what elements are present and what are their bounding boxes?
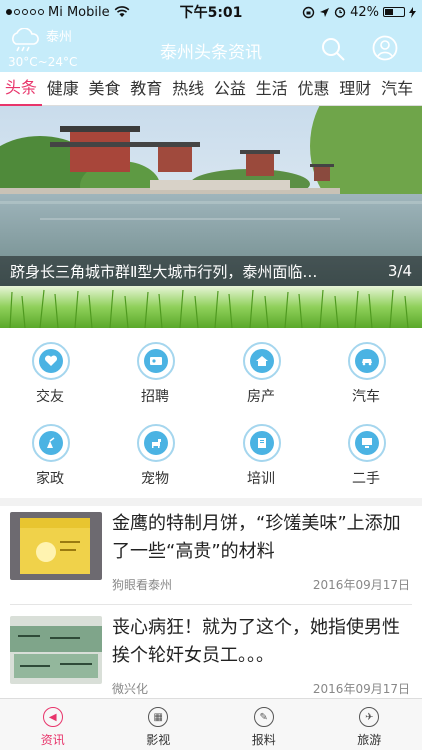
grid-item-training[interactable]: 培训 [211, 418, 316, 498]
banner-caption-bar: 跻身长三角城市群Ⅱ型大城市行列，泰州面临… 3/4 [0, 256, 422, 286]
category-tabs: 头条 健康 美食 教育 热线 公益 生活 优惠 理财 汽车 [0, 72, 422, 106]
banner-carousel[interactable]: 跻身长三角城市群Ⅱ型大城市行列，泰州面临… 3/4 [0, 106, 422, 328]
grid-item-real-estate[interactable]: 房产 [211, 336, 316, 416]
app-title: 泰州头条资讯 [160, 43, 262, 63]
grid-item-label: 招聘 [141, 389, 169, 405]
grid-item-label: 交友 [36, 389, 64, 405]
grid-item-label: 宠物 [141, 471, 169, 487]
nav-film[interactable]: ▦ 影视 [106, 699, 212, 750]
grid-item-label: 二手 [352, 471, 380, 487]
carrier-name: Mi Mobile [48, 4, 110, 20]
news-thumbnail [10, 512, 102, 580]
news-icon: ◀ [42, 707, 63, 727]
signal-icon [6, 9, 44, 15]
nav-label: 资讯 [40, 733, 65, 747]
cleaning-icon [39, 431, 63, 455]
battery-icon [383, 7, 405, 17]
news-thumbnail [10, 616, 102, 684]
alarm-icon [334, 7, 346, 18]
computer-icon [355, 431, 379, 455]
grid-item-second-hand[interactable]: 二手 [316, 418, 421, 498]
grid-item-label: 家政 [36, 471, 64, 487]
nav-label: 影视 [146, 733, 171, 747]
car-icon [355, 349, 379, 373]
pet-icon [144, 431, 168, 455]
app-header: 泰州 30°C~24°C 泰州头条资讯 [0, 24, 422, 72]
news-source: 狗眼看泰州 [112, 578, 173, 592]
nav-travel[interactable]: ✈ 旅游 [317, 699, 422, 750]
nav-label: 旅游 [357, 733, 382, 747]
grid-item-housekeeping[interactable]: 家政 [0, 418, 105, 498]
banner-page-indicator: 3/4 [387, 262, 412, 280]
plane-icon: ✈ [359, 707, 380, 727]
status-left: Mi Mobile [6, 5, 156, 20]
news-date: 2016年09月17日 [312, 578, 410, 592]
banner-caption: 跻身长三角城市群Ⅱ型大城市行列，泰州面临… [10, 262, 318, 281]
rotation-lock-icon [302, 6, 315, 18]
news-title: 丧心病狂！就为了这个，她指使男性挨个轮奸女员工。。。 [112, 617, 400, 666]
nav-label: 报料 [251, 733, 276, 747]
location-icon [320, 7, 330, 17]
grid-item-label: 汽车 [352, 389, 380, 405]
grid-item-label: 房产 [247, 389, 275, 405]
status-time: 下午5:01 [179, 5, 243, 21]
grid-item-label: 培训 [247, 471, 275, 487]
heart-icon [39, 349, 63, 373]
tab-cars[interactable]: 汽车 [376, 73, 418, 105]
section-divider [0, 498, 422, 506]
nav-report[interactable]: ✎ 报料 [211, 699, 317, 750]
grid-item-pets[interactable]: 宠物 [105, 418, 210, 498]
news-source: 微兴化 [112, 682, 149, 696]
wifi-icon [114, 6, 129, 17]
tab-hotline[interactable]: 热线 [167, 73, 209, 105]
report-icon: ✎ [253, 707, 274, 727]
search-icon[interactable] [320, 36, 346, 62]
banner-image [0, 106, 422, 328]
nav-news[interactable]: ◀ 资讯 [0, 699, 106, 750]
tab-deals[interactable]: 优惠 [293, 73, 335, 105]
tab-headlines[interactable]: 头条 [0, 72, 42, 106]
tab-charity[interactable]: 公益 [209, 73, 251, 105]
grid-item-cars[interactable]: 汽车 [316, 336, 421, 416]
book-icon [250, 431, 274, 455]
tab-food[interactable]: 美食 [84, 73, 126, 105]
news-item[interactable]: 丧心病狂！就为了这个，她指使男性挨个轮奸女员工。。。 微兴化 2016年09月1… [0, 610, 422, 708]
tab-life[interactable]: 生活 [251, 73, 293, 105]
film-icon: ▦ [148, 707, 169, 727]
service-grid: 交友 招聘 房产 汽车 家政 宠物 培训 二手 [0, 336, 422, 498]
grid-item-jobs[interactable]: 招聘 [105, 336, 210, 416]
news-date: 2016年09月17日 [312, 682, 410, 696]
news-item[interactable]: 金鹰的特制月饼，“珍馐美味”上添加了一些“高贵”的材料 狗眼看泰州 2016年0… [0, 506, 422, 604]
grid-item-dating[interactable]: 交友 [0, 336, 105, 416]
user-profile-icon[interactable] [372, 35, 398, 61]
battery-percent: 42% [350, 4, 379, 20]
recruit-icon [144, 349, 168, 373]
news-title: 金鹰的特制月饼，“珍馐美味”上添加了一些“高贵”的材料 [112, 513, 401, 562]
tab-education[interactable]: 教育 [125, 73, 167, 105]
status-bar: Mi Mobile 下午5:01 42% [0, 0, 422, 24]
status-right: 42% [266, 5, 416, 20]
news-separator [10, 604, 412, 605]
house-icon [250, 349, 274, 373]
bottom-navigation: ◀ 资讯 ▦ 影视 ✎ 报料 ✈ 旅游 [0, 698, 422, 750]
charging-icon [409, 6, 416, 18]
tab-finance[interactable]: 理财 [334, 73, 376, 105]
tab-health[interactable]: 健康 [42, 73, 84, 105]
